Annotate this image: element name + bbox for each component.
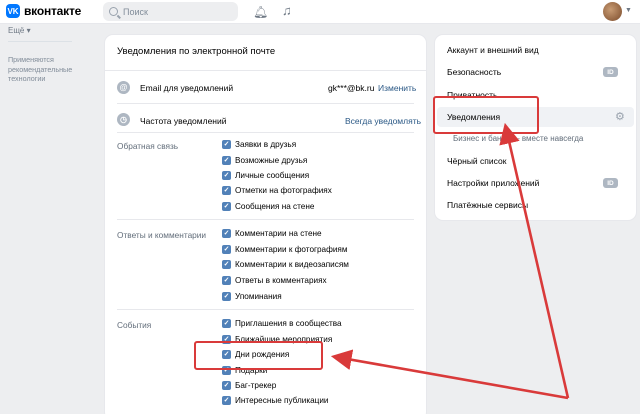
arrow-to-birthdays	[330, 349, 569, 400]
arrow-to-notifications	[499, 122, 570, 399]
annotation-arrows	[330, 122, 570, 400]
